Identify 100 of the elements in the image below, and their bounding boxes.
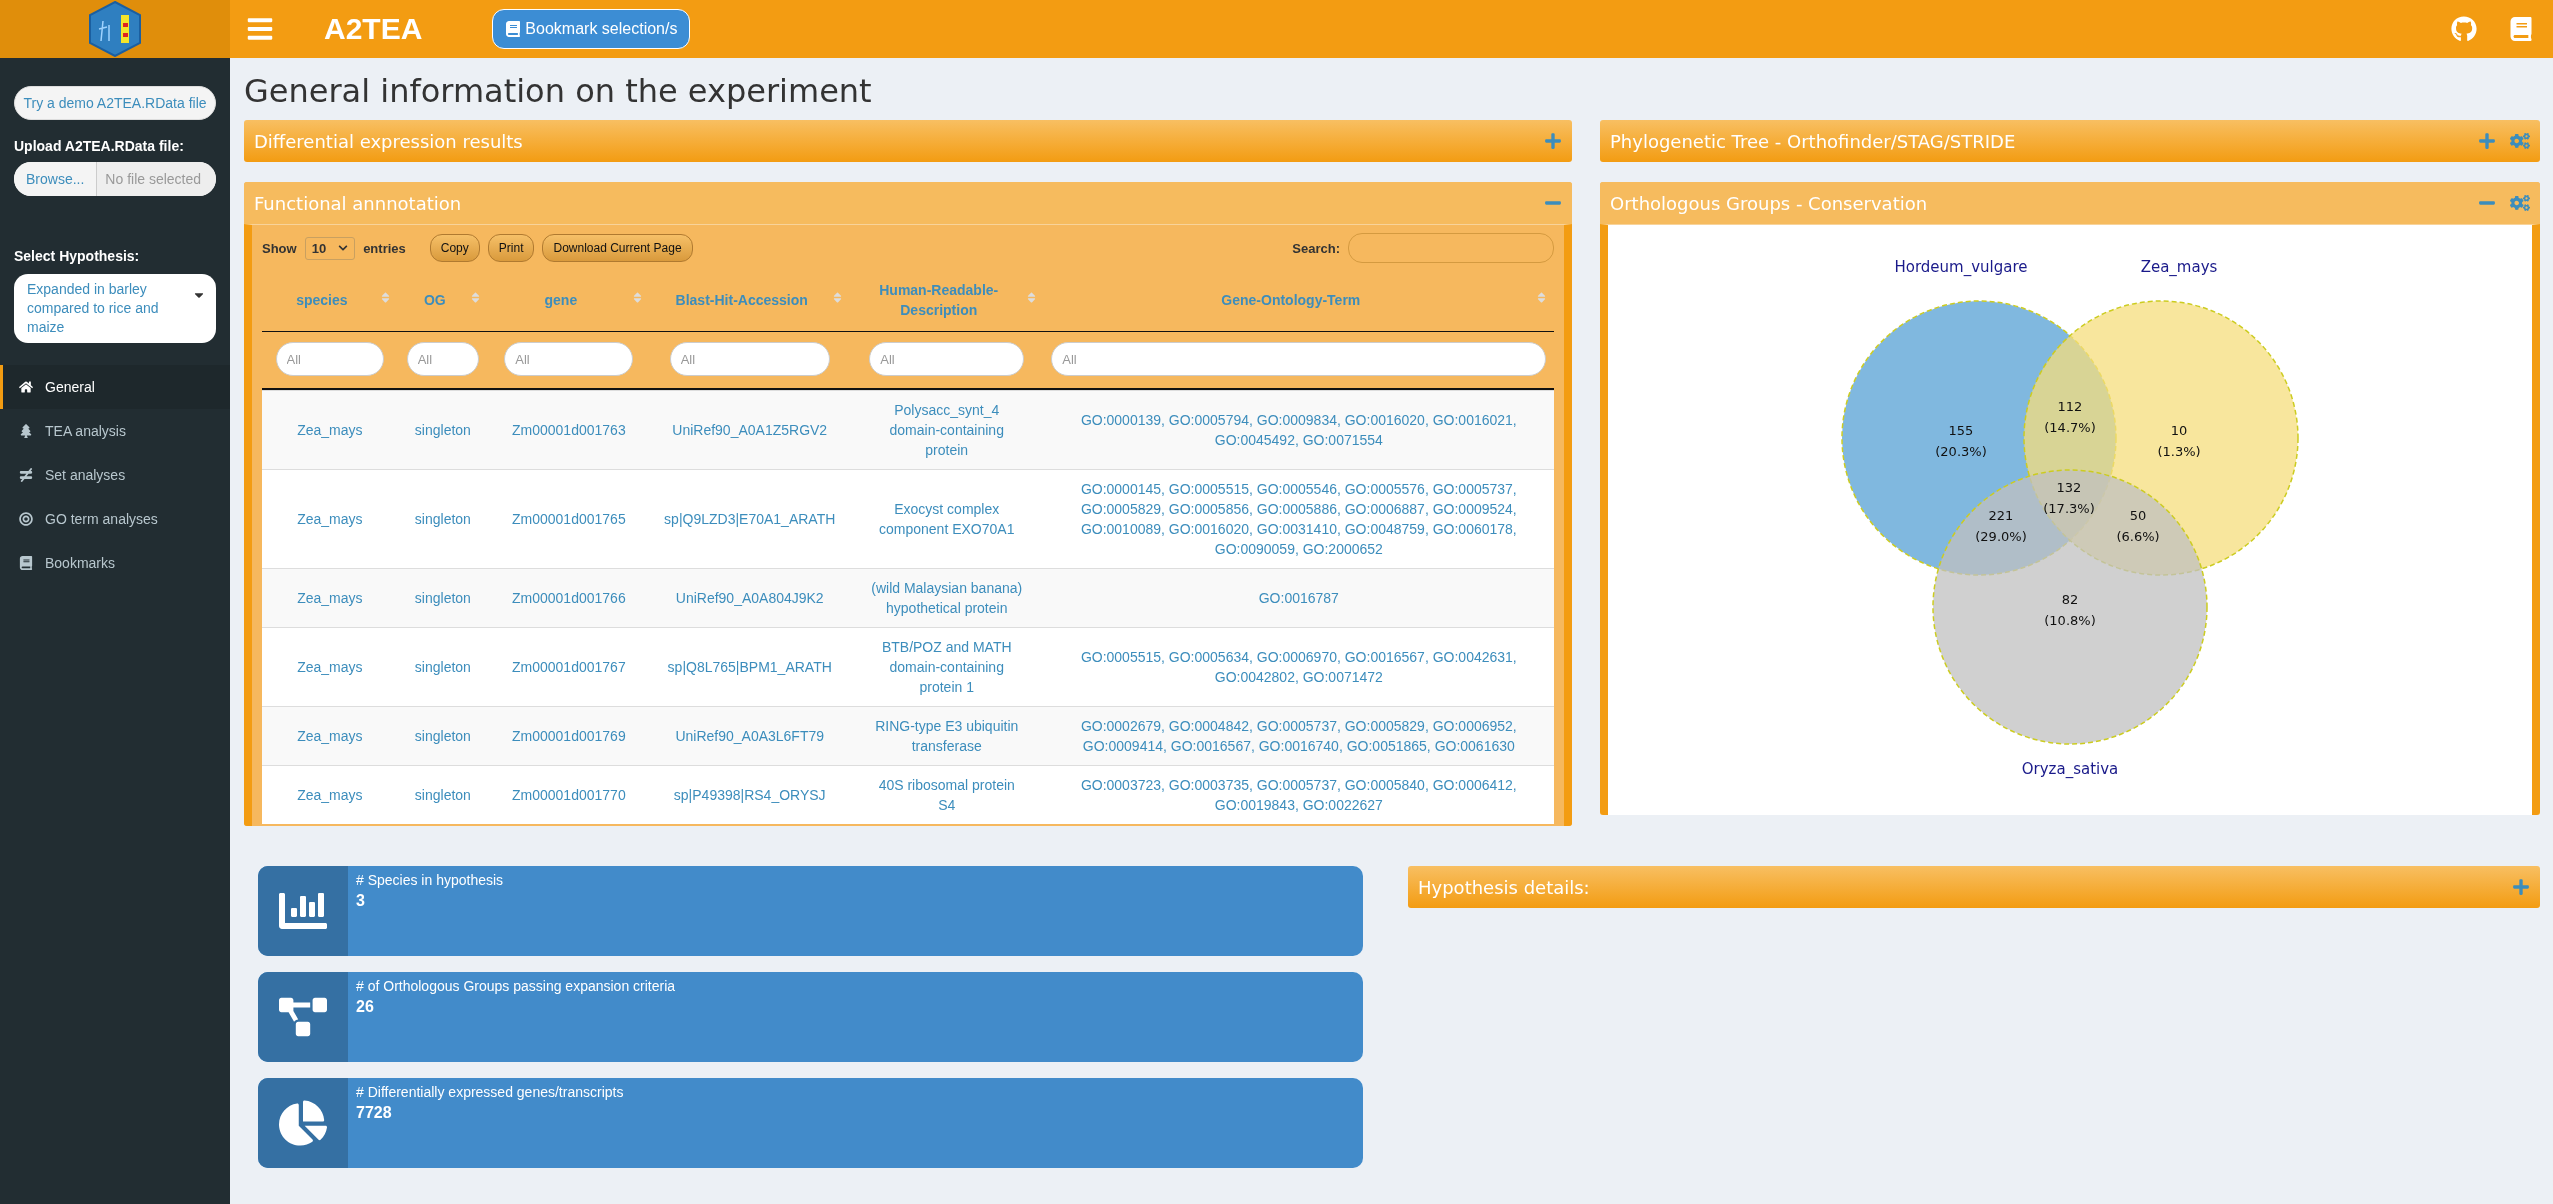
bookmark-button[interactable]: Bookmark selection/s [492, 9, 691, 49]
not-equal-icon [19, 468, 33, 482]
table-cell: Zm00001d001766 [488, 568, 650, 628]
table-action-button[interactable]: Print [487, 234, 535, 262]
table-cell: Zm00001d001765 [488, 469, 650, 569]
expand-icon[interactable] [1544, 132, 1562, 150]
table-cell: singleton [397, 627, 489, 707]
panel-header[interactable]: Phylogenetic Tree - Orthofinder/STAG/STRIDE [1600, 120, 2540, 162]
panel-title: Orthologous Groups - Conservation [1610, 192, 1929, 214]
sidebar-item[interactable]: Bookmarks [0, 541, 230, 585]
table-cell: Zm00001d001767 [488, 627, 650, 707]
table-cell: Zm00001d001770 [488, 765, 650, 824]
table-cell: singleton [397, 469, 489, 569]
github-icon[interactable] [2451, 16, 2477, 42]
demo-button[interactable]: Try a demo A2TEA.RData file [14, 86, 216, 120]
search-field[interactable] [1348, 233, 1554, 263]
region-percent: (29.0%) [1975, 529, 2027, 544]
table-cell: GO:0016787 [1043, 568, 1554, 628]
table-cell: GO:0000145, GO:0005515, GO:0005546, GO:0005576, GO:0005737, GO:0005829, GO:0005856, GO:0005886, GO:0006887, GO:0009524, GO:0010089, GO:0016020, GO:0031410, GO:0048759, GO:0060178, GO:0090059, GO:2000652 [1043, 469, 1554, 569]
region-percent: (1.3%) [2157, 444, 2201, 459]
column-filter-field[interactable]: All [275, 342, 385, 376]
table-cell: GO:0003723, GO:0003735, GO:0005737, GO:0005840, GO:0006412, GO:0019843, GO:0022627 [1043, 765, 1554, 824]
search-label: Search: [1292, 240, 1340, 256]
region-percent: (10.8%) [2044, 613, 2096, 628]
book-icon[interactable] [2509, 17, 2533, 41]
column-filter-field[interactable]: All [669, 342, 830, 376]
table-cell: Zea_mays [262, 469, 398, 569]
region-count: 112 [2057, 399, 2083, 414]
settings-icon[interactable] [2510, 131, 2530, 151]
info-value: 7728 [356, 1104, 393, 1122]
table-cell: Zm00001d001763 [488, 390, 650, 470]
hypothesis-select[interactable]: Expanded in barley compared to rice and maize [14, 274, 216, 343]
home-icon [19, 380, 33, 394]
column-filter-field[interactable]: All [406, 342, 480, 376]
table-cell: GO:0000139, GO:0005794, GO:0009834, GO:0016020, GO:0016021, GO:0045492, GO:0071554 [1043, 390, 1554, 470]
sidebar-item[interactable]: Set analyses [0, 453, 230, 497]
panel-header[interactable]: Differential expression results [244, 120, 1572, 162]
region-count: 155 [1948, 423, 1974, 438]
book-icon [19, 556, 33, 570]
table-action-button[interactable]: Copy [429, 234, 480, 262]
sidebar-item-label: GO term analyses [45, 511, 158, 527]
table-cell: Zea_mays [262, 706, 398, 766]
hexagon-logo [89, 1, 141, 57]
table-cell: UniRef90_A0A3L6FT79 [649, 706, 850, 766]
panel-title: Phylogenetic Tree - Orthofinder/STAG/STRIDE [1610, 130, 2017, 152]
diagram-icon [258, 972, 348, 1062]
settings-icon[interactable] [2510, 193, 2530, 213]
column-filter-field[interactable]: All [504, 342, 634, 376]
column-header[interactable]: Gene-Ontology-Term [1043, 269, 1554, 332]
expand-icon[interactable] [2512, 878, 2530, 896]
show-label: Show [262, 240, 297, 256]
tree-icon [19, 424, 33, 438]
table-cell: (wild Malaysian banana) hypothetical protein [849, 568, 1044, 628]
expand-icon[interactable] [2478, 132, 2496, 150]
table-cell: Polysacc_synt_4 domain-containing protein [849, 390, 1044, 470]
set-label: Zea_mays [2140, 258, 2218, 276]
column-header[interactable]: gene [488, 269, 650, 332]
table-cell: GO:0005515, GO:0005634, GO:0006970, GO:0016567, GO:0042631, GO:0042802, GO:0071472 [1043, 627, 1554, 707]
region-count: 132 [2056, 480, 2082, 495]
region-count: 82 [2061, 592, 2079, 607]
region-percent: (17.3%) [2043, 501, 2095, 516]
set-label: Hordeum_vulgare [1894, 258, 2028, 276]
column-header[interactable]: Human-Readable-Description [849, 269, 1044, 332]
bar-chart-icon [258, 866, 348, 956]
book-icon [505, 21, 522, 37]
sidebar-item-label: Set analyses [45, 467, 126, 483]
sidebar-item-label: Bookmarks [45, 555, 116, 571]
page-size-select[interactable]: 10 [304, 236, 356, 260]
set-label: Oryza_sativa [2021, 760, 2119, 778]
sidebar-item-label: General [45, 379, 95, 395]
table-cell: sp|P49398|RS4_ORYSJ [649, 765, 850, 824]
sidebar-item[interactable]: TEA analysis [0, 409, 230, 453]
column-filter-field[interactable]: All [1051, 342, 1547, 376]
column-header[interactable]: species [262, 269, 398, 332]
table-cell: Zea_mays [262, 390, 398, 470]
panel-header[interactable]: Hypothesis details: [1408, 866, 2540, 908]
table-cell: BTB/POZ and MATH domain-containing protein 1 [849, 627, 1044, 707]
column-header[interactable]: OG [397, 269, 489, 332]
region-count: 10 [2170, 423, 2188, 438]
column-filter-field[interactable]: All [869, 342, 1025, 376]
panel-title: Functional annnotation [254, 192, 463, 214]
table-action-button[interactable]: Download Current Page [542, 234, 693, 262]
page-title: General information on the experiment [244, 72, 873, 110]
target-icon [19, 512, 33, 526]
sidebar-item[interactable]: General [0, 365, 230, 409]
upload-label: Upload A2TEA.RData file: [14, 138, 185, 154]
table-cell: singleton [397, 765, 489, 824]
table-cell: Zea_mays [262, 627, 398, 707]
sidebar-item-label: TEA analysis [45, 423, 126, 439]
browse-button[interactable]: Browse... [14, 162, 98, 196]
info-label: # Species in hypothesis [356, 872, 504, 888]
column-header[interactable]: Blast-Hit-Accession [649, 269, 850, 332]
sidebar-item[interactable]: GO term analyses [0, 497, 230, 541]
entries-label: entries [363, 240, 406, 256]
table-cell: Zea_mays [262, 765, 398, 824]
panel-title: Hypothesis details: [1418, 876, 1591, 898]
menu-icon[interactable] [246, 15, 274, 43]
table-cell: sp|Q9LZD3|E70A1_ARATH [649, 469, 850, 569]
pie-chart-icon [258, 1078, 348, 1168]
info-label: # Differentially expressed genes/transcripts [356, 1084, 624, 1100]
